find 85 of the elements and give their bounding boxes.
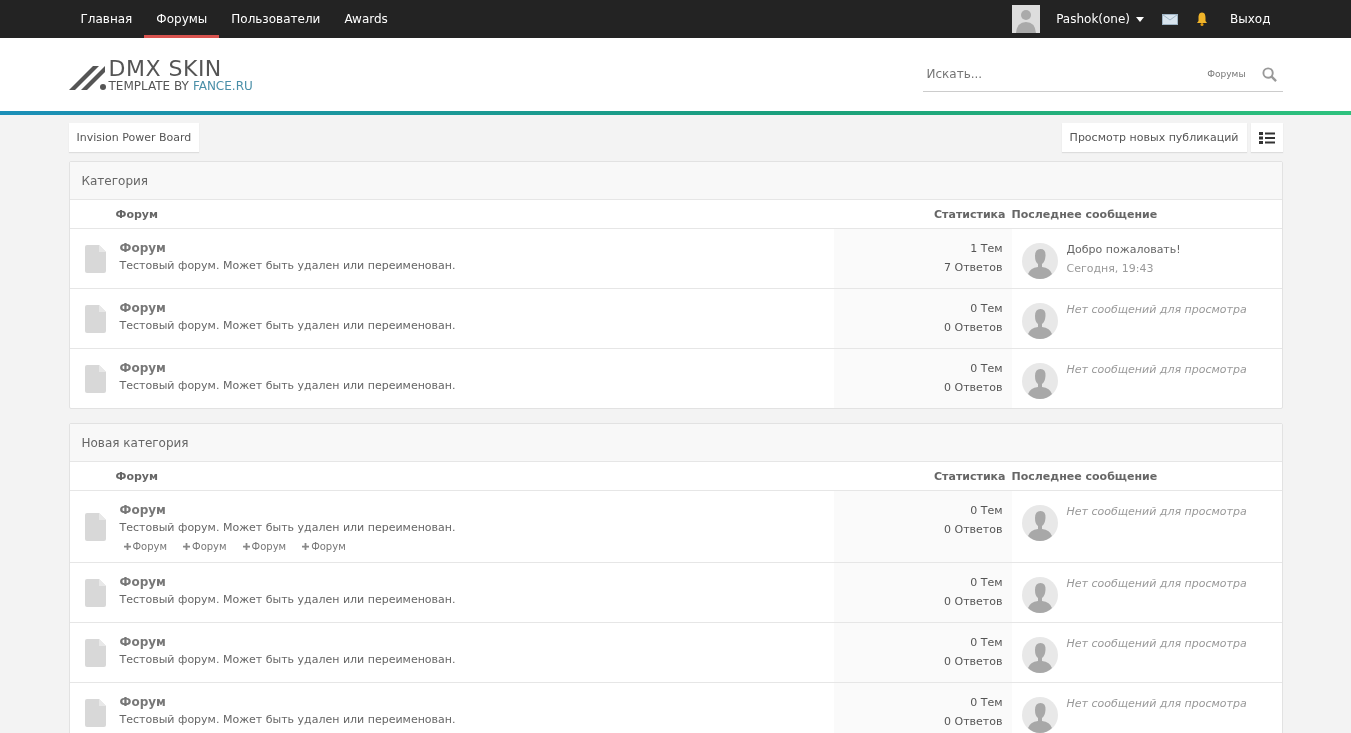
subforum-icon [123, 543, 131, 550]
topic-count: 0 Тем [970, 636, 1003, 649]
forum-description: Тестовый форум. Может быть удален или переименован. [119, 379, 456, 392]
reply-count: 0 Ответов [944, 523, 1003, 536]
subforum-link[interactable]: Форум [242, 541, 287, 552]
subforum-link[interactable]: Форум [183, 541, 227, 552]
reply-count: 7 Ответов [944, 261, 1003, 274]
topic-count: 0 Тем [970, 362, 1003, 375]
search-scope[interactable]: Форумы [1207, 69, 1246, 79]
forum-link[interactable]: Форум [119, 635, 166, 649]
bell-icon[interactable] [1196, 12, 1209, 26]
nav-tab[interactable]: Awards [332, 0, 400, 38]
topic-count: 0 Тем [970, 696, 1003, 709]
category-title: Новая категория [81, 435, 189, 450]
list-icon [1258, 131, 1275, 144]
forum-link[interactable]: Форум [119, 503, 166, 517]
document-icon [85, 698, 106, 727]
document-icon [85, 638, 106, 667]
topic-count: 0 Тем [970, 504, 1003, 517]
document-icon [85, 512, 106, 541]
column-header: Последнее сообщение [1011, 207, 1159, 221]
subforum-icon [183, 543, 191, 550]
forum-link[interactable]: Форум [119, 361, 166, 375]
document-icon [85, 304, 106, 333]
avatar-icon [1021, 637, 1058, 673]
forum-description: Тестовый форум. Может быть удален или переименован. [119, 713, 456, 726]
column-header: Последнее сообщение [1011, 469, 1159, 483]
document-icon [85, 244, 106, 273]
nav-tab[interactable]: Пользователи [219, 0, 333, 38]
forum-link[interactable]: Форум [119, 575, 166, 589]
forum-link[interactable]: Форум [119, 695, 166, 709]
subforum-link[interactable]: Форум [302, 541, 346, 552]
forum-description: Тестовый форум. Может быть удален или переименован. [119, 593, 456, 606]
reply-count: 0 Ответов [944, 715, 1003, 728]
user-menu[interactable]: Pashok(one) [1056, 12, 1131, 26]
no-posts-text: Нет сообщений для просмотра [1066, 637, 1247, 650]
topic-count: 0 Тем [970, 576, 1003, 589]
forum-description: Тестовый форум. Может быть удален или переименован. [119, 259, 456, 272]
avatar-icon [1021, 243, 1058, 279]
forum-link[interactable]: Форум [119, 301, 166, 315]
document-icon [85, 364, 106, 393]
reply-count: 0 Ответов [944, 655, 1003, 668]
last-post-time: Сегодня, 19:43 [1066, 262, 1155, 275]
logo-subtitle: TEMPLATE BY [108, 79, 189, 92]
last-post-link[interactable]: Добро пожаловать! [1066, 243, 1181, 256]
category-title: Категория [81, 173, 149, 188]
subforum-link[interactable]: Форум [123, 541, 168, 552]
column-header: Форум [114, 469, 159, 483]
avatar-icon[interactable] [1012, 5, 1041, 33]
no-posts-text: Нет сообщений для просмотра [1066, 505, 1247, 518]
avatar-icon [1021, 303, 1058, 339]
caret-icon[interactable] [1136, 16, 1145, 22]
forum-description: Тестовый форум. Может быть удален или переименован. [119, 319, 456, 332]
logo-title: DMX SKIN [108, 57, 223, 80]
forum-description: Тестовый форум. Может быть удален или переименован. [119, 521, 456, 534]
mail-icon[interactable] [1162, 13, 1179, 25]
subforum-icon [302, 543, 310, 550]
no-posts-text: Нет сообщений для просмотра [1066, 303, 1247, 316]
nav-tab[interactable]: Главная [68, 0, 145, 38]
forum-description: Тестовый форум. Может быть удален или переименован. [119, 653, 456, 666]
avatar-icon [1021, 577, 1058, 613]
avatar-icon [1021, 505, 1058, 541]
topic-count: 0 Тем [970, 302, 1003, 315]
reply-count: 0 Ответов [944, 321, 1003, 334]
logo-domain: FANCE.RU [192, 79, 253, 92]
topic-count: 1 Тем [970, 242, 1003, 255]
no-posts-text: Нет сообщений для просмотра [1066, 577, 1247, 590]
reply-count: 0 Ответов [944, 381, 1003, 394]
avatar-icon [1021, 363, 1058, 399]
logo-icon [68, 63, 107, 92]
document-icon [85, 578, 106, 607]
column-header: Форум [114, 207, 159, 221]
new-posts-button[interactable]: Просмотр новых публикаций [1061, 123, 1247, 152]
search-icon[interactable] [1261, 66, 1277, 82]
column-header: Статистика [933, 207, 1007, 221]
subforum-icon [242, 543, 250, 550]
forum-link[interactable]: Форум [119, 241, 166, 255]
search-field[interactable]: Искать... Форумы [922, 57, 1283, 92]
no-posts-text: Нет сообщений для просмотра [1066, 697, 1247, 710]
reply-count: 0 Ответов [944, 595, 1003, 608]
column-header: Статистика [933, 469, 1007, 483]
logout-link[interactable]: Выход [1230, 12, 1271, 26]
breadcrumb-link[interactable]: Invision Power Board [68, 123, 200, 152]
view-toggle-button[interactable] [1250, 123, 1283, 152]
no-posts-text: Нет сообщений для просмотра [1066, 363, 1247, 376]
